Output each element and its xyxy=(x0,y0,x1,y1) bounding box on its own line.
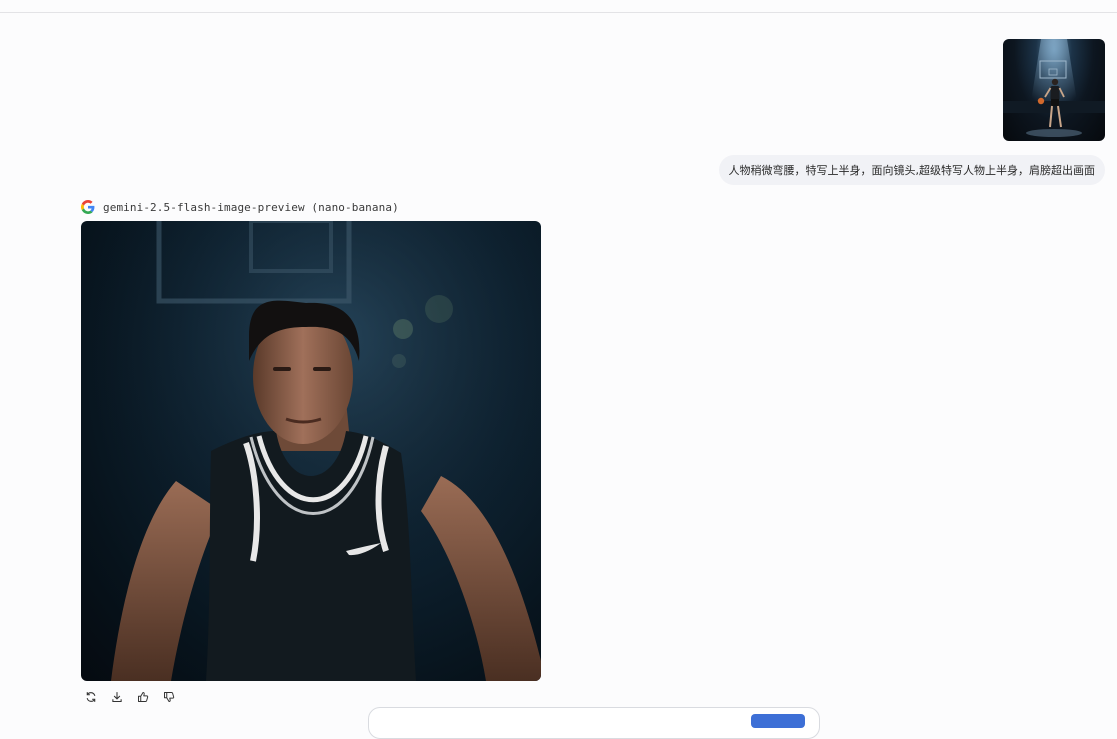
generated-image[interactable] xyxy=(81,221,541,681)
user-uploaded-image[interactable] xyxy=(1003,39,1105,141)
download-icon xyxy=(112,691,122,703)
download-button[interactable] xyxy=(109,689,125,705)
user-image-illustration xyxy=(1003,39,1105,139)
thumbs-down-button[interactable] xyxy=(161,689,177,705)
google-g-icon xyxy=(81,200,95,214)
message-composer[interactable] xyxy=(368,707,820,739)
thumbs-up-button[interactable] xyxy=(135,689,151,705)
top-divider xyxy=(0,12,1117,13)
model-response-header: gemini-2.5-flash-image-preview (nano-ban… xyxy=(81,199,399,215)
regenerate-icon xyxy=(86,691,96,703)
user-message-bubble: 人物稍微弯腰，特写上半身，面向镜头,超级特写人物上半身，肩膀超出画面 xyxy=(718,155,1105,185)
model-name-label: gemini-2.5-flash-image-preview (nano-ban… xyxy=(103,200,399,214)
regenerate-button[interactable] xyxy=(83,689,99,705)
thumbs-up-icon xyxy=(138,692,149,702)
response-actions xyxy=(83,689,177,705)
thumbs-down-icon xyxy=(164,692,175,702)
generated-image-illustration xyxy=(81,221,541,681)
user-message-text: 人物稍微弯腰，特写上半身，面向镜头,超级特写人物上半身，肩膀超出画面 xyxy=(728,164,1096,177)
send-button[interactable] xyxy=(751,714,805,728)
